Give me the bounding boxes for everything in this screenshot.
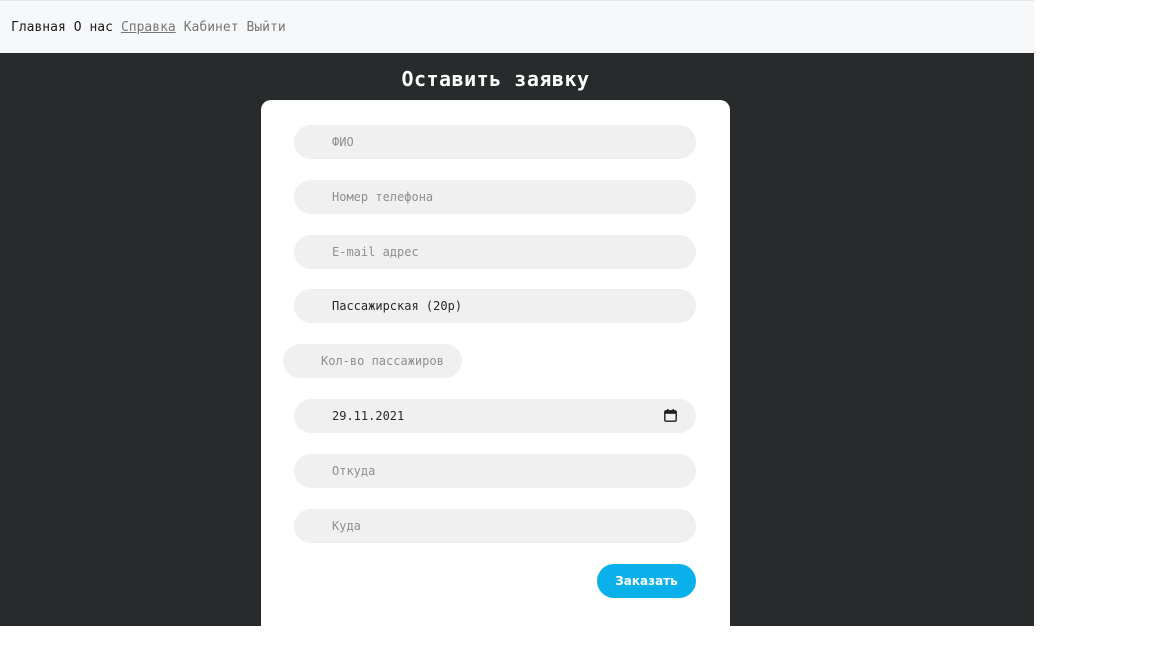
calendar-icon[interactable] [664, 409, 677, 422]
from-field[interactable]: Откуда [294, 454, 696, 488]
top-navigation: Главная О нас Справка Кабинет Выйти [0, 0, 1034, 53]
date-field[interactable]: 29.11.2021 [294, 399, 696, 433]
passengers-count-field[interactable]: Кол-во пассажиров [283, 344, 462, 378]
nav-link-cabinet[interactable]: Кабинет [184, 20, 239, 35]
nav-link-home[interactable]: Главная [11, 20, 66, 35]
transport-selected-value: Пассажирская (20р) [332, 299, 463, 313]
order-button[interactable]: Заказать [597, 564, 696, 598]
fio-placeholder: ФИО [332, 135, 354, 149]
email-placeholder: E-mail адрес [332, 245, 419, 259]
passengers-placeholder: Кол-во пассажиров [321, 354, 444, 368]
nav-link-logout[interactable]: Выйти [247, 20, 286, 35]
nav-link-help[interactable]: Справка [121, 20, 176, 35]
phone-placeholder: Номер телефона [332, 190, 434, 204]
order-form-card: ФИО Номер телефона E-mail адрес Пассажир… [261, 100, 730, 626]
phone-field[interactable]: Номер телефона [294, 180, 696, 214]
fio-field[interactable]: ФИО [294, 125, 696, 159]
to-placeholder: Куда [332, 519, 361, 533]
transport-select[interactable]: Пассажирская (20р) [294, 289, 696, 323]
page-title: Оставить заявку [401, 67, 590, 91]
page-viewport: Главная О нас Справка Кабинет Выйти Оста… [0, 0, 1034, 626]
to-field[interactable]: Куда [294, 509, 696, 543]
date-value: 29.11.2021 [332, 409, 405, 423]
from-placeholder: Откуда [332, 464, 376, 478]
main-section: Оставить заявку ФИО Номер телефона E-mai… [0, 53, 1034, 626]
email-field[interactable]: E-mail адрес [294, 235, 696, 269]
nav-link-about[interactable]: О нас [74, 20, 113, 35]
